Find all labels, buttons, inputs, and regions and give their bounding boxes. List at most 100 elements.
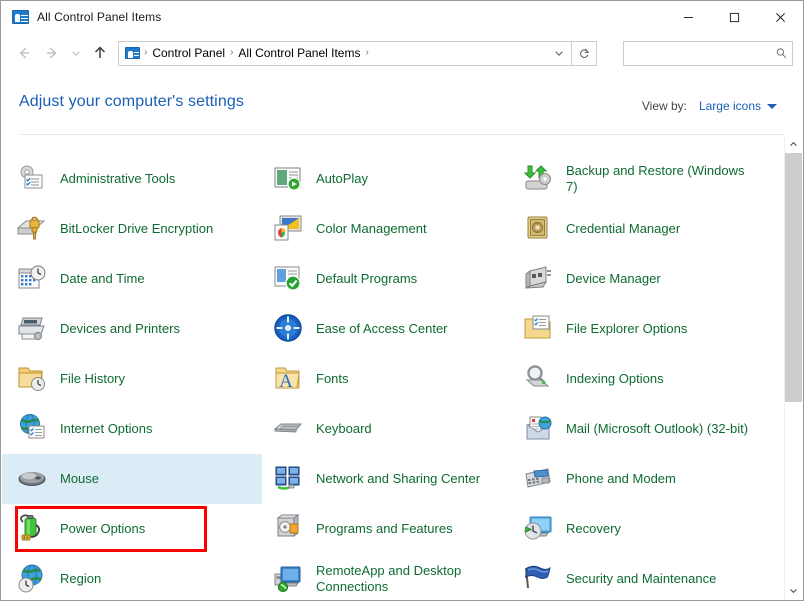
navigation-bar: › Control Panel › All Control Panel Item… (1, 33, 803, 73)
control-panel-item-label: Credential Manager (566, 221, 681, 236)
control-panel-item-label: Region (60, 571, 102, 586)
control-panel-item-device-manager[interactable]: Device Manager (512, 254, 770, 304)
close-button[interactable] (757, 2, 803, 33)
bitlocker-icon (16, 212, 50, 246)
forward-button[interactable] (38, 39, 66, 67)
scrollbar-track[interactable] (785, 153, 802, 582)
backup-restore-icon (522, 162, 556, 196)
control-panel-item-label: Fonts (316, 371, 349, 386)
region-icon (16, 562, 50, 596)
items-row: Devices and Printers Ease of Access Cent… (2, 304, 772, 354)
control-panel-item-mouse[interactable]: Mouse (2, 454, 262, 504)
minimize-button[interactable] (665, 2, 711, 33)
control-panel-item-file-history[interactable]: File History (2, 354, 262, 404)
view-by-label: View by: (641, 99, 687, 113)
file-history-icon (16, 362, 50, 396)
maximize-button[interactable] (711, 2, 757, 33)
breadcrumb-item-all-control-panel-items[interactable]: All Control Panel Items (235, 46, 363, 60)
control-panel-item-internet-options[interactable]: Internet Options (2, 404, 262, 454)
control-panel-item-label: Recovery (566, 521, 621, 536)
control-panel-item-recovery[interactable]: Recovery (512, 504, 770, 554)
page-title: Adjust your computer's settings (19, 93, 244, 110)
items-row: Mouse Network and Sharing Center Phone a… (2, 454, 772, 504)
control-panel-item-region[interactable]: Region (2, 554, 262, 599)
items-row: Region RemoteApp and Desktop Connections… (2, 554, 772, 599)
network-sharing-icon (272, 462, 306, 496)
control-panel-item-administrative-tools[interactable]: Administrative Tools (2, 154, 262, 204)
control-panel-item-label: Device Manager (566, 271, 661, 286)
address-bar[interactable]: › Control Panel › All Control Panel Item… (118, 40, 572, 66)
control-panel-item-credential-manager[interactable]: Credential Manager (512, 204, 770, 254)
recent-locations-button[interactable] (66, 39, 86, 67)
control-panel-item-ease-of-access-center[interactable]: Ease of Access Center (262, 304, 512, 354)
control-panel-item-date-and-time[interactable]: Date and Time (2, 254, 262, 304)
control-panel-item-keyboard[interactable]: Keyboard (262, 404, 512, 454)
control-panel-item-phone-and-modem[interactable]: Phone and Modem (512, 454, 770, 504)
control-panel-icon (12, 9, 29, 25)
control-panel-item-power-options[interactable]: Power Options (2, 504, 262, 554)
control-panel-item-indexing-options[interactable]: Indexing Options (512, 354, 770, 404)
control-panel-item-label: BitLocker Drive Encryption (60, 221, 214, 236)
color-management-icon (272, 212, 306, 246)
breadcrumb-control-panel-icon (125, 46, 141, 60)
fonts-icon: A (272, 362, 306, 396)
control-panel-item-backup-and-restore-windows-7[interactable]: Backup and Restore (Windows 7) (512, 154, 770, 204)
chevron-down-icon[interactable] (547, 42, 571, 65)
chevron-down-icon (767, 103, 777, 109)
title-bar: All Control Panel Items (1, 1, 803, 33)
control-panel-window: All Control Panel Items › Control Panel … (0, 0, 804, 601)
scrollbar-thumb[interactable] (785, 153, 802, 402)
devices-printers-icon (16, 312, 50, 346)
power-options-icon (16, 512, 50, 546)
breadcrumb-item-control-panel[interactable]: Control Panel (149, 46, 228, 60)
control-panel-item-label: File Explorer Options (566, 321, 688, 336)
breadcrumb-separator: › (230, 47, 234, 58)
control-panel-item-security-and-maintenance[interactable]: Security and Maintenance (512, 554, 770, 599)
control-panel-item-color-management[interactable]: Color Management (262, 204, 512, 254)
control-panel-item-label: Backup and Restore (Windows 7) (566, 163, 745, 194)
keyboard-icon (272, 412, 306, 446)
breadcrumb-separator: › (365, 47, 369, 58)
control-panel-item-label: Phone and Modem (566, 471, 676, 486)
control-panel-item-label: Programs and Features (316, 521, 453, 536)
control-panel-item-autoplay[interactable]: AutoPlay (262, 154, 512, 204)
control-panel-item-label: Ease of Access Center (316, 321, 448, 336)
control-panel-item-label: Devices and Printers (60, 321, 180, 336)
scroll-down-button[interactable] (785, 582, 802, 599)
control-panel-item-fonts[interactable]: A Fonts (262, 354, 512, 404)
up-button[interactable] (86, 39, 114, 67)
control-panel-item-network-and-sharing-center[interactable]: Network and Sharing Center (262, 454, 512, 504)
control-panel-item-label: Administrative Tools (60, 171, 176, 186)
control-panel-item-devices-and-printers[interactable]: Devices and Printers (2, 304, 262, 354)
default-programs-icon (272, 262, 306, 296)
vertical-scrollbar[interactable] (784, 136, 802, 599)
control-panel-item-label: Power Options (60, 521, 146, 536)
back-button[interactable] (10, 39, 38, 67)
search-icon[interactable] (770, 47, 792, 60)
control-panel-item-programs-and-features[interactable]: Programs and Features (262, 504, 512, 554)
control-panel-item-label: Mail (Microsoft Outlook) (32-bit) (566, 421, 749, 436)
ease-of-access-icon (272, 312, 306, 346)
autoplay-icon (272, 162, 306, 196)
scroll-up-button[interactable] (785, 136, 802, 153)
control-panel-item-mail-microsoft-outlook-32-bit[interactable]: Mail (Microsoft Outlook) (32-bit) (512, 404, 770, 454)
control-panel-item-label: Indexing Options (566, 371, 664, 386)
control-panel-item-bitlocker-drive-encryption[interactable]: BitLocker Drive Encryption (2, 204, 262, 254)
control-panel-item-remoteapp-and-desktop-connections[interactable]: RemoteApp and Desktop Connections (262, 554, 512, 599)
refresh-button[interactable] (572, 40, 597, 66)
control-panel-item-label: AutoPlay (316, 171, 369, 186)
control-panel-item-default-programs[interactable]: Default Programs (262, 254, 512, 304)
control-panel-item-label: Color Management (316, 221, 427, 236)
search-box[interactable] (623, 40, 793, 66)
view-by-value: Large icons (698, 99, 761, 113)
date-time-icon (16, 262, 50, 296)
control-panel-item-label: Mouse (60, 471, 100, 486)
search-input[interactable] (624, 45, 770, 61)
control-panel-item-label: Internet Options (60, 421, 153, 436)
svg-text:A: A (279, 371, 293, 392)
control-panel-item-file-explorer-options[interactable]: File Explorer Options (512, 304, 770, 354)
control-panel-item-label: File History (60, 371, 126, 386)
view-by-dropdown[interactable]: Large icons (699, 99, 777, 113)
items-row: File History A Fonts Indexing Options (2, 354, 772, 404)
recovery-icon (522, 512, 556, 546)
